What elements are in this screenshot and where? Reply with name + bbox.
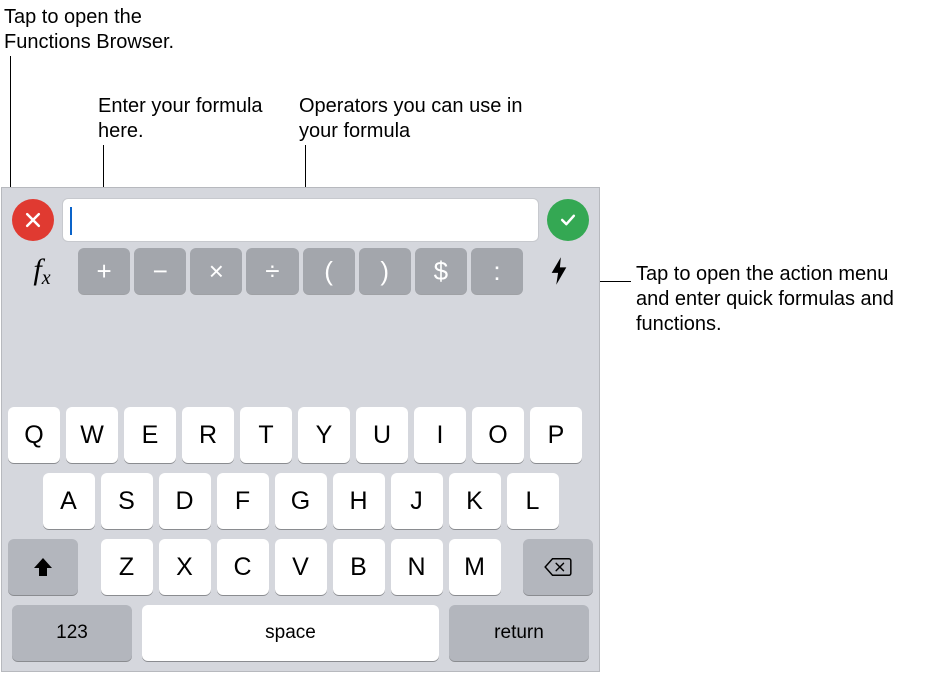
return-key[interactable]: return <box>449 605 589 661</box>
shift-icon <box>31 555 55 579</box>
operator-key[interactable]: ) <box>359 248 411 294</box>
letter-key[interactable]: I <box>414 407 466 463</box>
letter-key[interactable]: W <box>66 407 118 463</box>
letter-key[interactable]: K <box>449 473 501 529</box>
callout-operators: Operators you can use in your formula <box>299 94 549 144</box>
letter-key[interactable]: J <box>391 473 443 529</box>
letter-key[interactable]: M <box>449 539 501 595</box>
letter-key[interactable]: R <box>182 407 234 463</box>
accept-button[interactable] <box>547 199 589 241</box>
letter-key[interactable]: D <box>159 473 211 529</box>
bolt-icon <box>548 256 570 286</box>
letter-key[interactable]: C <box>217 539 269 595</box>
callout-formula-field: Enter your formula here. <box>98 94 268 144</box>
text-caret <box>70 207 72 235</box>
letter-key[interactable]: T <box>240 407 292 463</box>
cancel-button[interactable] <box>12 199 54 241</box>
letter-key[interactable]: U <box>356 407 408 463</box>
letter-key[interactable]: A <box>43 473 95 529</box>
key-row-2: ASDFGHJKL <box>8 473 593 529</box>
letter-key[interactable]: O <box>472 407 524 463</box>
check-icon <box>558 210 578 230</box>
operator-strip: +−×÷()$: <box>78 248 523 294</box>
operator-key[interactable]: ( <box>303 248 355 294</box>
operator-key[interactable]: × <box>190 248 242 294</box>
delete-icon <box>544 556 572 578</box>
key-row-3-letters: ZXCVBNM <box>84 539 517 595</box>
letter-key[interactable]: H <box>333 473 385 529</box>
letter-key[interactable]: S <box>101 473 153 529</box>
callout-action-menu: Tap to open the action menu and enter qu… <box>636 262 916 337</box>
key-row-3: ZXCVBNM <box>8 539 593 595</box>
letter-key[interactable]: Z <box>101 539 153 595</box>
letter-key[interactable]: L <box>507 473 559 529</box>
callout-functions-browser: Tap to open the Functions Browser. <box>4 5 234 55</box>
letter-key[interactable]: P <box>530 407 582 463</box>
letter-key[interactable]: B <box>333 539 385 595</box>
formula-tool-row: fx +−×÷()$: <box>2 248 599 300</box>
functions-browser-button[interactable]: fx <box>12 248 72 294</box>
letter-key[interactable]: N <box>391 539 443 595</box>
formula-bar <box>2 188 599 248</box>
fx-icon: fx <box>33 253 50 290</box>
delete-key[interactable] <box>523 539 593 595</box>
key-row-bottom: 123 space return <box>8 605 593 661</box>
letter-key[interactable]: Q <box>8 407 60 463</box>
formula-input[interactable] <box>62 198 539 242</box>
letter-key[interactable]: X <box>159 539 211 595</box>
letter-key[interactable]: F <box>217 473 269 529</box>
key-row-1: QWERTYUIOP <box>8 407 593 463</box>
operator-key[interactable]: ÷ <box>246 248 298 294</box>
action-menu-button[interactable] <box>529 248 589 294</box>
letter-key[interactable]: E <box>124 407 176 463</box>
letter-key[interactable]: Y <box>298 407 350 463</box>
close-icon <box>23 210 43 230</box>
operator-key[interactable]: $ <box>415 248 467 294</box>
operator-key[interactable]: + <box>78 248 130 294</box>
operator-key[interactable]: − <box>134 248 186 294</box>
letter-key[interactable]: G <box>275 473 327 529</box>
operator-key[interactable]: : <box>471 248 523 294</box>
letter-key[interactable]: V <box>275 539 327 595</box>
formula-keyboard: fx +−×÷()$: QWERTYUIOP ASDFGHJKL ZXCVBNM <box>1 187 600 672</box>
space-key[interactable]: space <box>142 605 439 661</box>
shift-key[interactable] <box>8 539 78 595</box>
numeric-switch-key[interactable]: 123 <box>12 605 132 661</box>
